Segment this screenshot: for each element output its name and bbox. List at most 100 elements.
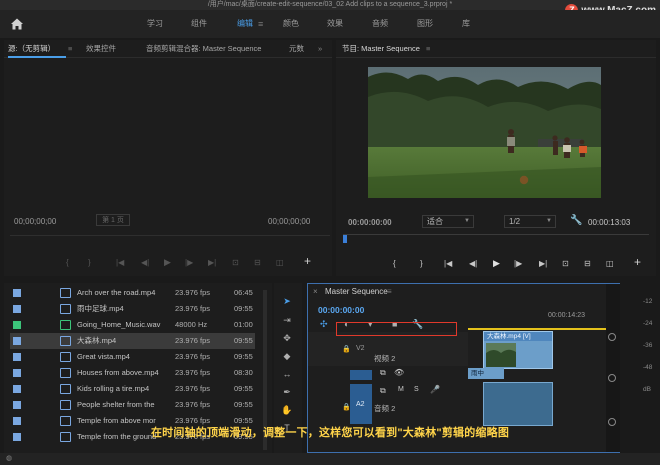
ripple-edit-tool-icon[interactable]: ✥: [278, 330, 296, 346]
highlight-box: [336, 322, 457, 336]
solo-button[interactable]: S: [414, 386, 419, 393]
label-color-chip: [13, 353, 21, 361]
scroll-handle-top[interactable]: [608, 333, 616, 341]
program-step-forward-icon[interactable]: |▶: [514, 259, 522, 268]
insert-icon[interactable]: ⊡: [232, 258, 239, 267]
clip-icon: [60, 384, 71, 394]
clip-icon: [60, 400, 71, 410]
clip-icon: [60, 336, 71, 346]
subtitle-caption: 在时间轴的顶端滑动，调整一下，这样您可以看到"大森林"剪辑的缩略图: [150, 427, 510, 439]
wrench-icon[interactable]: 🔧: [570, 215, 582, 226]
track-select-tool-icon[interactable]: ⇥: [278, 312, 296, 328]
razor-tool-icon[interactable]: ◆: [278, 348, 296, 364]
list-item[interactable]: People shelter from the 23.976 fps 09:55: [10, 397, 255, 413]
program-step-back-icon[interactable]: ◀|: [469, 259, 477, 268]
fit-select[interactable]: 适合 ▼: [422, 215, 474, 228]
workspace-tab-audio[interactable]: 音频: [372, 10, 388, 38]
list-item[interactable]: 大森林.mp4 23.976 fps 09:55: [10, 333, 255, 349]
program-scrubber[interactable]: [343, 234, 649, 244]
camera-icon[interactable]: ◫: [606, 259, 614, 268]
scroll-handle-mid[interactable]: [608, 374, 616, 382]
workspace-tab-graphics[interactable]: 图形: [417, 10, 433, 38]
workspace-tab-color[interactable]: 颜色: [283, 10, 299, 38]
slip-tool-icon[interactable]: ↔: [278, 366, 296, 382]
go-to-out-icon[interactable]: ▶|: [208, 258, 216, 267]
workspace-tab-assembly[interactable]: 组件: [191, 10, 207, 38]
tab-metadata[interactable]: 元数: [289, 40, 304, 58]
a2-label[interactable]: A2: [356, 401, 365, 408]
clip-tag-text: 雨中: [471, 370, 484, 377]
clip-video[interactable]: 大森林.mp4 [V]: [483, 331, 553, 369]
resolution-select[interactable]: 1/2 ▼: [504, 215, 556, 228]
clip-icon: [60, 352, 71, 362]
list-item[interactable]: Arch over the road.mp4 23.976 fps 06:45: [10, 285, 255, 301]
label-color-chip: [13, 289, 21, 297]
tab-audio-clip-mixer[interactable]: 音频剪辑混合器: Master Sequence: [146, 40, 261, 58]
timeline-menu-icon[interactable]: ≡: [387, 287, 392, 296]
program-timecode[interactable]: 00:00:00:00: [348, 218, 392, 227]
program-go-out-icon[interactable]: ▶|: [539, 259, 547, 268]
program-menu-icon[interactable]: ≡: [426, 40, 430, 58]
label-color-chip: [13, 321, 21, 329]
panel-menu-icon[interactable]: ≡: [68, 40, 72, 58]
timeline-timecode[interactable]: 00:00:00:00: [318, 305, 364, 315]
db-label: -12: [643, 298, 653, 305]
program-mark-in-icon[interactable]: {: [393, 259, 396, 268]
close-icon[interactable]: ×: [313, 287, 318, 296]
list-item[interactable]: Going_Home_Music.wav 48000 Hz 01:00: [10, 317, 255, 333]
lift-icon[interactable]: ⊡: [562, 259, 569, 268]
mark-out-icon[interactable]: }: [88, 258, 91, 267]
program-go-in-icon[interactable]: |◀: [444, 259, 452, 268]
tab-effect-controls[interactable]: 效果控件: [86, 40, 116, 58]
list-item[interactable]: Great vista.mp4 23.976 fps 09:55: [10, 349, 255, 365]
program-mark-out-icon[interactable]: }: [420, 259, 423, 268]
source-timecode[interactable]: 00;00;00;00: [14, 217, 56, 226]
home-icon[interactable]: [10, 17, 24, 31]
mark-in-icon[interactable]: {: [66, 258, 69, 267]
selection-tool-icon[interactable]: ➤: [278, 293, 296, 309]
a2-lock-icon[interactable]: 🔒: [342, 403, 351, 411]
snap-icon[interactable]: ✣: [320, 319, 328, 330]
overwrite-icon[interactable]: ⊟: [254, 258, 261, 267]
extract-icon[interactable]: ⊟: [584, 259, 591, 268]
hand-tool-icon[interactable]: ✋: [278, 402, 296, 418]
program-play-icon[interactable]: ▶: [493, 258, 500, 269]
db-label: -48: [643, 364, 653, 371]
a2-name: 音频 2: [374, 404, 396, 413]
v2-label[interactable]: V2: [356, 345, 365, 352]
workspace-tab-learn[interactable]: 学习: [147, 10, 163, 38]
go-to-in-icon[interactable]: |◀: [116, 258, 124, 267]
lock-icon[interactable]: 🔒: [342, 345, 351, 353]
clip-name: Kids rolling a tire.mp4: [77, 384, 150, 393]
workspace-tab-libraries[interactable]: 库: [462, 10, 470, 38]
a2-sync-icon[interactable]: ⧉: [380, 386, 386, 396]
step-back-icon[interactable]: ◀|: [141, 258, 149, 267]
step-forward-icon[interactable]: |▶: [185, 258, 193, 267]
source-scrubber[interactable]: [10, 235, 330, 236]
mute-button[interactable]: M: [398, 386, 404, 393]
list-item[interactable]: Houses from above.mp4 23.976 fps 08:30: [10, 365, 255, 381]
program-title[interactable]: 节目: Master Sequence: [342, 40, 420, 58]
fit-select-label: 适合: [427, 217, 443, 226]
sync-lock-icon[interactable]: ⧉: [380, 368, 386, 378]
clip-tag[interactable]: 雨中: [468, 368, 504, 379]
mic-icon[interactable]: 🎤: [430, 385, 440, 394]
source-patch-v[interactable]: [350, 370, 372, 380]
workspace-menu-icon[interactable]: ≡: [258, 19, 263, 29]
work-area-bar[interactable]: [468, 328, 608, 330]
export-frame-icon[interactable]: ◫: [276, 258, 284, 267]
clip-audio[interactable]: [483, 382, 553, 426]
program-add-button-icon[interactable]: +: [634, 255, 641, 269]
workspace-tab-editing[interactable]: 编辑: [237, 10, 253, 38]
eye-icon[interactable]: 👁: [394, 368, 404, 377]
panel-overflow-icon[interactable]: »: [318, 40, 322, 58]
source-page-select[interactable]: 第 1 页: [96, 214, 130, 226]
pen-tool-icon[interactable]: ✒: [278, 384, 296, 400]
add-button-icon[interactable]: +: [304, 254, 311, 268]
workspace-tab-effects[interactable]: 效果: [327, 10, 343, 38]
list-item[interactable]: Kids rolling a tire.mp4 23.976 fps 09:55: [10, 381, 255, 397]
list-item[interactable]: 雨中足球.mp4 23.976 fps 09:55: [10, 301, 255, 317]
playhead[interactable]: [343, 235, 347, 243]
play-icon[interactable]: ▶: [164, 257, 171, 268]
timeline-title[interactable]: Master Sequence: [325, 287, 388, 296]
